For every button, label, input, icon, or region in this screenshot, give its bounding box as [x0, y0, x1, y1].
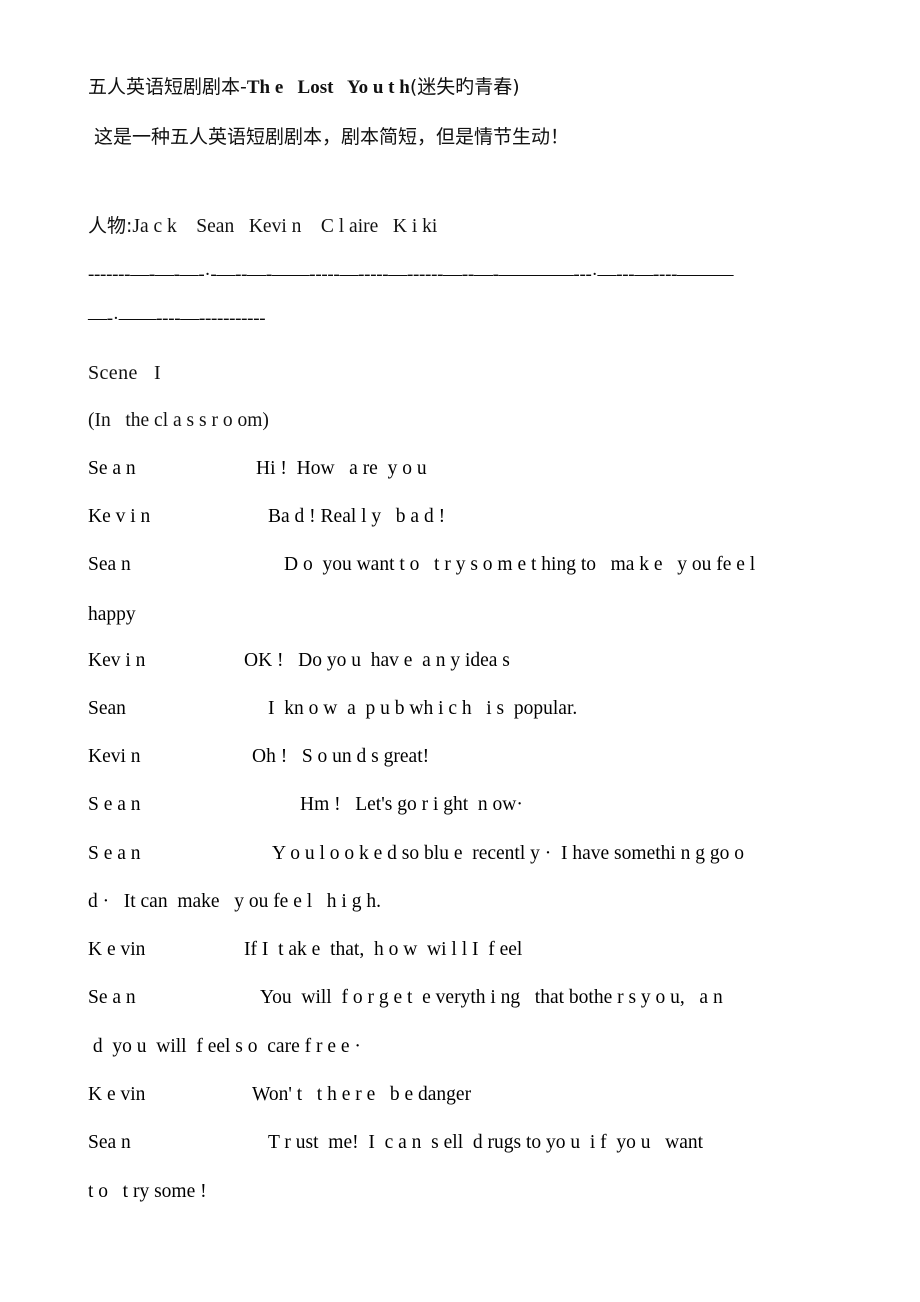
dialogue-speech: OK ! Do yo u hav e a n y idea s [244, 650, 510, 671]
dialogue-line: Kevi n Oh ! S o un d s great! [88, 746, 866, 768]
document-title-cjk-prefix: 五人英语短剧剧本- [88, 76, 247, 98]
dialogue-speaker: S e a n [88, 843, 141, 864]
dialogue-speaker: Kev i n [88, 650, 146, 671]
dialogue-speaker: Se a n [88, 987, 136, 1008]
dialogue-speaker: S e a n [88, 794, 141, 815]
dialogue-line: Se a n You will f o r g e t e veryth i n… [88, 987, 866, 1009]
dialogue-speech: Y o u l o o k e d so blu e recentl y · I… [272, 843, 745, 864]
document-title-cjk-suffix: (迷失旳青春) [409, 76, 520, 98]
separator-rule-line-1: -------—-—-—-·-—--—-——-----—-----—------… [88, 264, 734, 285]
dialogue-speech: D o you want t o t r y s o m e t hing to… [284, 554, 756, 575]
dialogue-speech: If I t ak e that, h o w wi l l I f eel [244, 939, 523, 960]
dialogue-speaker: Kevi n [88, 746, 141, 767]
scene-heading: Scene I [88, 362, 162, 384]
dialogue-speaker: Sean [88, 698, 126, 719]
dialogue-speaker: Sea n [88, 554, 131, 575]
dialogue-speech: T r ust me! I c a n s ell d rugs to yo u… [268, 1132, 704, 1153]
dialogue-line: Sean I kn o w a p u b wh i c h i s popul… [88, 698, 866, 720]
dialogue-continuation: happy [88, 604, 136, 625]
dialogue-speech: Hm ! Let's go r i ght n ow· [300, 794, 523, 815]
dialogue-speaker: K e vin [88, 1084, 146, 1105]
dialogue-line: Sea n T r ust me! I c a n s ell d rugs t… [88, 1132, 866, 1154]
dialogue-continuation: t o t ry some ! [88, 1181, 207, 1202]
dialogue-line: Ke v i n Ba d ! Real l y b a d ! [88, 506, 866, 528]
dialogue-continuation: d yo u will f eel s o care f r e e · [88, 1036, 361, 1057]
dialogue-speech: Hi ! How a re y o u [256, 458, 427, 479]
dialogue-speaker: Ke v i n [88, 506, 151, 527]
dialogue-speech: You will f o r g e t e veryth i ng that … [260, 987, 723, 1008]
dialogue-speaker: Sea n [88, 1132, 131, 1153]
dialogue-speaker: Se a n [88, 458, 136, 479]
dialogue-line: Se a n Hi ! How a re y o u [88, 458, 866, 480]
dialogue-speech: I kn o w a p u b wh i c h i s popular. [268, 698, 578, 719]
dialogue-line: S e a n Y o u l o o k e d so blu e recen… [88, 843, 866, 865]
cast-label: 人物: [88, 215, 133, 237]
document-intro: 这是一种五人英语短剧剧本，剧本简短，但是情节生动！ [88, 126, 570, 148]
dialogue-line: Kev i n OK ! Do yo u hav e a n y idea s [88, 650, 866, 672]
dialogue-line: K e vin If I t ak e that, h o w wi l l I… [88, 939, 866, 961]
cast-names: Ja c k Sean Kevi n C l aire K i ki [132, 216, 438, 237]
document-title: 五人英语短剧剧本-Th e Lost Yo u t h(迷失旳青春) [88, 76, 520, 99]
stage-direction: (In the cl a s s r o om) [88, 410, 269, 431]
dialogue-line: Sea n D o you want t o t r y s o m e t h… [88, 554, 866, 576]
dialogue-speech: Oh ! S o un d s great! [252, 746, 430, 767]
dialogue-line: S e a n Hm ! Let's go r i ght n ow· [88, 794, 866, 816]
dialogue-continuation: d · It can make y ou fe e l h i g h. [88, 891, 381, 912]
dialogue-speech: Ba d ! Real l y b a d ! [268, 506, 446, 527]
cast-list: 人物:Ja c k Sean Kevi n C l aire K i ki [88, 215, 437, 238]
dialogue-speech: Won' t t h e r e b e danger [252, 1084, 472, 1105]
separator-rule-line-2: —-·——----—----------- [88, 308, 266, 329]
dialogue-speaker: K e vin [88, 939, 146, 960]
dialogue-line: K e vin Won' t t h e r e b e danger [88, 1084, 866, 1106]
document-title-latin: Th e Lost Yo u t h [246, 77, 410, 98]
document-page: 五人英语短剧剧本-Th e Lost Yo u t h(迷失旳青春) 这是一种五… [0, 0, 920, 1302]
